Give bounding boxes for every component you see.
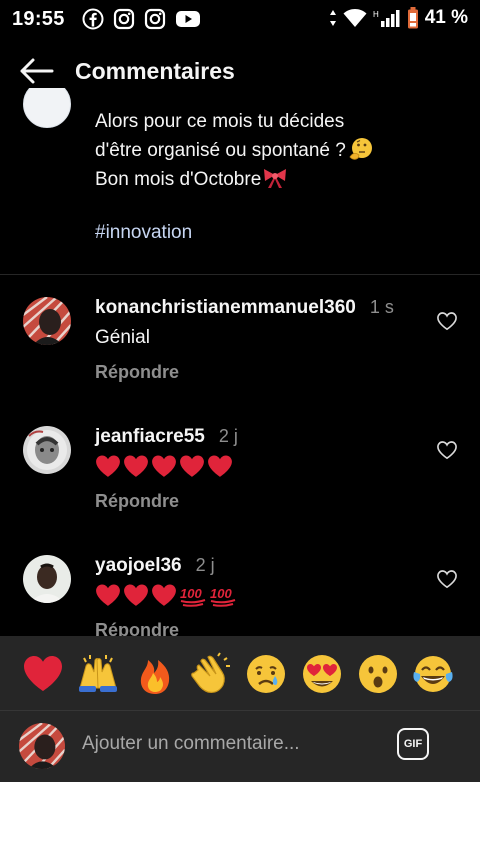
caption-line: d'être organisé ou spontané ?: [95, 136, 455, 165]
back-arrow-icon: [20, 58, 54, 84]
avatar-photo: [19, 723, 65, 769]
red-heart-icon: [180, 455, 204, 477]
comment-username[interactable]: yaojoel36: [95, 555, 182, 576]
comment-item: jeanfiacre55 2 j Répondre: [0, 426, 480, 546]
reply-button[interactable]: Répondre: [95, 362, 179, 383]
comment-input[interactable]: [82, 733, 372, 755]
red-heart-icon: [96, 584, 120, 606]
avatar[interactable]: [23, 297, 71, 345]
heart-eyes-face-icon[interactable]: [300, 652, 344, 696]
comment-timestamp: 2 j: [218, 426, 238, 446]
comments-screen: 19:55 H 41 % Commentaires Alors pour ce …: [0, 0, 480, 782]
caption-line: Alors pour ce mois tu décides: [95, 111, 345, 132]
svg-text:H: H: [373, 10, 379, 19]
comment-header: jeanfiacre55 2 j: [95, 426, 238, 448]
avatar[interactable]: [23, 426, 71, 474]
avatar-photo: [23, 555, 71, 603]
red-heart-icon: [208, 455, 232, 477]
youtube-icon: [176, 11, 200, 27]
back-button[interactable]: [16, 54, 56, 88]
comment-header: konanchristianemmanuel360 1 s: [95, 297, 394, 319]
status-time: 19:55: [12, 8, 65, 30]
comment-composer: GIF: [0, 710, 480, 782]
instagram-icon: [113, 8, 135, 30]
surprised-face-icon[interactable]: [356, 652, 400, 696]
fire-icon[interactable]: [133, 652, 177, 696]
caption-line: Bon mois d'Octobre: [95, 165, 455, 194]
svg-text:100: 100: [210, 586, 232, 601]
wifi-icon: [343, 9, 367, 27]
hashtag-link[interactable]: #innovation: [95, 222, 192, 244]
svg-text:100: 100: [180, 586, 202, 601]
hundred-points-icon: 100: [210, 586, 236, 607]
heart-outline-icon[interactable]: [436, 569, 458, 589]
avatar-photo: [23, 297, 71, 345]
comment-item: konanchristianemmanuel360 1 s Génial Répo…: [0, 297, 480, 417]
tears-of-joy-face-icon[interactable]: [411, 652, 455, 696]
battery-icon: [407, 7, 418, 29]
gif-button[interactable]: GIF: [397, 728, 429, 760]
reply-button[interactable]: Répondre: [95, 491, 179, 512]
hundred-points-icon: 100: [180, 586, 206, 607]
crying-face-icon[interactable]: [244, 652, 288, 696]
clapping-hands-icon[interactable]: [188, 652, 232, 696]
heart-reaction-icon[interactable]: [21, 652, 65, 696]
header: Commentaires: [0, 38, 480, 104]
comment-timestamp: 2 j: [195, 555, 215, 575]
comment-emoji-text: [95, 454, 233, 478]
red-heart-icon: [96, 455, 120, 477]
battery-percent: 41 %: [424, 7, 468, 28]
avatar-photo: [23, 426, 71, 474]
heart-outline-icon[interactable]: [436, 311, 458, 331]
facebook-icon: [82, 8, 104, 30]
current-user-avatar: [19, 723, 65, 769]
caption-author-avatar[interactable]: [23, 88, 71, 128]
page-title: Commentaires: [75, 58, 235, 84]
status-app-icons: [82, 8, 201, 30]
comment-emoji-text: 100 100: [95, 583, 237, 607]
thinking-face-icon: [349, 138, 372, 160]
avatar-placeholder: [23, 88, 71, 128]
data-arrows-icon: [329, 10, 336, 26]
post-caption: Alors pour ce mois tu décides d'être org…: [95, 107, 455, 194]
red-heart-icon: [124, 584, 148, 606]
divider: [0, 274, 480, 275]
comment-timestamp: 1 s: [369, 297, 394, 317]
comment-username[interactable]: jeanfiacre55: [95, 426, 205, 447]
red-heart-icon: [152, 584, 176, 606]
avatar[interactable]: [23, 555, 71, 603]
ribbon-icon: [264, 169, 287, 188]
red-heart-icon: [124, 455, 148, 477]
status-indicators: H 41 %: [329, 6, 468, 30]
raising-hands-icon[interactable]: [76, 652, 120, 696]
quick-reactions-bar: [0, 636, 480, 710]
signal-icon: H: [373, 10, 400, 27]
comment-username[interactable]: konanchristianemmanuel360: [95, 297, 356, 318]
red-heart-icon: [152, 455, 176, 477]
comment-text: Génial: [95, 327, 150, 348]
heart-outline-icon[interactable]: [436, 440, 458, 460]
comment-header: yaojoel36 2 j: [95, 555, 215, 577]
status-bar: 19:55 H 41 %: [0, 0, 480, 38]
instagram-icon: [144, 8, 166, 30]
